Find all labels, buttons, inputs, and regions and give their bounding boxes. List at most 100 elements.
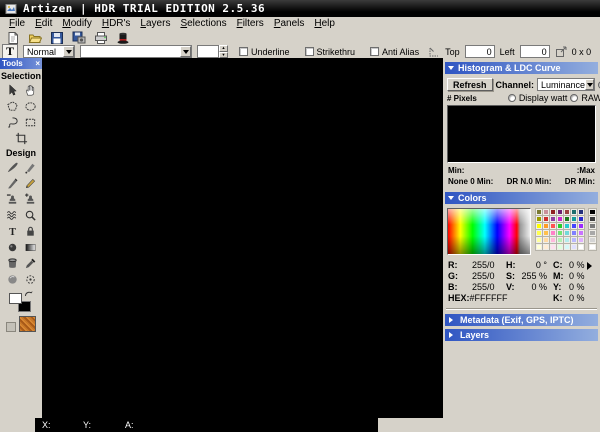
color-swatch[interactable] [571,230,577,236]
color-swatch[interactable] [557,209,563,215]
color-swatch[interactable] [564,230,570,236]
menu-edit[interactable]: Edit [30,18,57,29]
color-swatch[interactable] [564,216,570,222]
stamp-minus-tool[interactable] [3,191,21,207]
color-swatch[interactable] [550,209,556,215]
paintbrush-tool[interactable] [3,159,21,175]
color-swatch[interactable] [578,244,584,250]
chevron-down-icon[interactable] [180,46,191,57]
raw-nits-radio[interactable]: RAW nits [570,93,600,103]
color-swatch[interactable] [543,230,549,236]
color-swatch[interactable] [564,244,570,250]
color-swatch[interactable] [536,223,542,229]
color-swatch[interactable] [578,209,584,215]
menu-hdrs[interactable]: HDR's [97,18,136,29]
color-swatch[interactable] [543,244,549,250]
color-swatch[interactable] [578,237,584,243]
lock-tool[interactable] [21,223,39,239]
foreground-color-swatch[interactable] [9,293,22,304]
color-swatch[interactable] [589,216,596,222]
color-swatch[interactable] [557,244,563,250]
color-swatch[interactable] [589,244,596,250]
color-swatch[interactable] [550,244,556,250]
color-swatch[interactable] [557,230,563,236]
pencil-tool[interactable] [21,175,39,191]
menu-selections[interactable]: Selections [175,18,231,29]
dodge-tool[interactable] [21,271,39,287]
bucket-tool[interactable] [3,255,21,271]
antialias-checkbox[interactable]: Anti Alias [370,47,419,57]
font-size-stepper[interactable]: ▲▼ [197,45,228,58]
zoom-tool[interactable] [21,207,39,223]
color-swatch[interactable] [571,209,577,215]
crop-tool[interactable] [12,130,30,146]
magic-hat-icon[interactable] [116,31,130,45]
color-swatch[interactable] [543,223,549,229]
color-swatch[interactable] [536,209,542,215]
pointer-tool[interactable] [3,82,21,98]
color-swatch[interactable] [571,237,577,243]
menu-modify[interactable]: Modify [57,18,96,29]
menu-layers[interactable]: Layers [135,18,175,29]
display-watt-radio[interactable]: Display watt [508,93,568,103]
print-icon[interactable] [94,31,108,45]
color-swatch[interactable] [564,223,570,229]
color-swatch[interactable] [571,244,577,250]
color-swatch[interactable] [578,230,584,236]
menu-help[interactable]: Help [309,18,340,29]
smudge-tool[interactable] [3,207,21,223]
color-swatch[interactable] [543,209,549,215]
color-swatch[interactable] [571,223,577,229]
color-swatch[interactable] [564,237,570,243]
color-swatch[interactable] [589,209,596,215]
texture-swatch[interactable] [6,322,16,332]
chevron-down-icon[interactable] [585,79,594,90]
open-folder-icon[interactable] [28,31,42,45]
histogram-panel-header[interactable]: Histogram & LDC Curve [445,62,598,74]
new-document-icon[interactable] [6,31,20,45]
color-gradient-picker[interactable] [447,208,531,255]
metadata-panel-header[interactable]: Metadata (Exif, GPS, IPTC) [445,314,598,326]
gradient-tool[interactable] [21,239,39,255]
lasso-tool[interactable] [3,114,21,130]
color-swatch[interactable] [543,237,549,243]
save-icon[interactable] [50,31,64,45]
pattern-swatch[interactable] [19,316,36,332]
ellipse-select-tool[interactable] [21,98,39,114]
color-swatch[interactable] [550,230,556,236]
stamp-plus-tool[interactable] [21,191,39,207]
color-swatch[interactable] [564,209,570,215]
colors-panel-header[interactable]: Colors [445,192,598,204]
color-swatch[interactable] [557,216,563,222]
close-icon[interactable]: × [35,59,40,68]
color-swatch[interactable] [536,216,542,222]
left-input[interactable]: 0 [520,45,550,58]
chevron-down-icon[interactable] [63,46,74,57]
color-swatch[interactable] [557,237,563,243]
refresh-button[interactable]: Refresh [447,78,493,91]
color-swatch[interactable] [589,230,596,236]
layers-panel-header[interactable]: Layers [445,329,598,341]
color-swatch[interactable] [543,216,549,222]
palette-next-icon[interactable] [587,260,596,304]
swap-colors-icon[interactable] [24,290,34,300]
color-swatch[interactable] [578,216,584,222]
menu-panels[interactable]: Panels [269,18,310,29]
top-input[interactable]: 0 [465,45,495,58]
blend-mode-dropdown[interactable]: Normal [23,45,75,58]
eyedropper-tool[interactable] [21,255,39,271]
burn-tool[interactable] [3,239,21,255]
font-dropdown[interactable] [80,45,192,58]
color-swatch[interactable] [589,223,596,229]
hand-tool[interactable] [21,82,39,98]
menu-file[interactable]: File [4,18,30,29]
color-swatch[interactable] [589,237,596,243]
text-tool[interactable] [3,223,21,239]
underline-checkbox[interactable]: Underline [239,47,290,57]
color-swatch[interactable] [550,216,556,222]
color-swatch[interactable] [550,237,556,243]
strikethru-checkbox[interactable]: Strikethru [305,47,356,57]
color-swatch[interactable] [536,230,542,236]
color-swatch[interactable] [578,223,584,229]
pen-tool[interactable] [3,175,21,191]
